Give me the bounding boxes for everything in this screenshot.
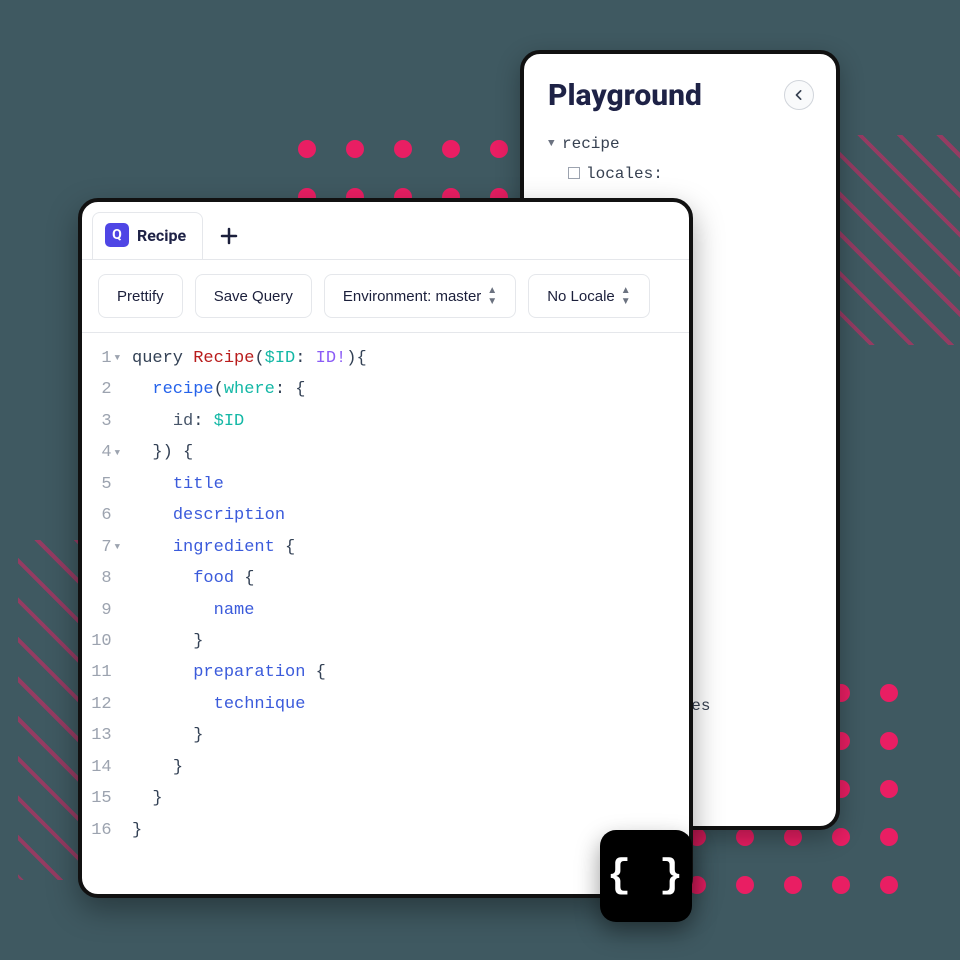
add-tab-button[interactable] xyxy=(207,217,251,255)
braces-tile-icon: { } xyxy=(600,830,692,922)
decoration-dots-top xyxy=(298,140,508,206)
locale-select[interactable]: No Locale ▲▼ xyxy=(528,274,649,318)
code-editor[interactable]: 1▼2 3 4▼5 6 7▼8 9 10 11 12 13 14 15 16 q… xyxy=(82,333,689,846)
tree-option-locales[interactable]: locales: xyxy=(568,159,812,189)
collapse-button[interactable] xyxy=(784,80,814,110)
updown-icon: ▲▼ xyxy=(487,285,497,307)
environment-select[interactable]: Environment: master ▲▼ xyxy=(324,274,516,318)
query-badge-icon: Q xyxy=(105,223,129,247)
save-query-button[interactable]: Save Query xyxy=(195,274,312,318)
line-gutter: 1▼2 3 4▼5 6 7▼8 9 10 11 12 13 14 15 16 xyxy=(82,343,126,846)
prettify-button[interactable]: Prettify xyxy=(98,274,183,318)
toolbar: Prettify Save Query Environment: master … xyxy=(82,260,689,333)
playground-title: Playground xyxy=(548,78,812,113)
tab-bar: Q Recipe xyxy=(82,202,689,260)
query-editor-panel: Q Recipe Prettify Save Query Environment… xyxy=(78,198,693,898)
plus-icon xyxy=(220,227,238,245)
tab-label: Recipe xyxy=(137,226,186,245)
tree-node-recipe[interactable]: ▼recipe xyxy=(548,129,812,159)
code-body[interactable]: query Recipe($ID: ID!){ recipe(where: { … xyxy=(126,343,689,846)
tab-recipe[interactable]: Q Recipe xyxy=(92,212,203,259)
updown-icon: ▲▼ xyxy=(621,285,631,307)
checkbox-icon xyxy=(568,167,580,179)
chevron-left-icon xyxy=(794,90,804,100)
